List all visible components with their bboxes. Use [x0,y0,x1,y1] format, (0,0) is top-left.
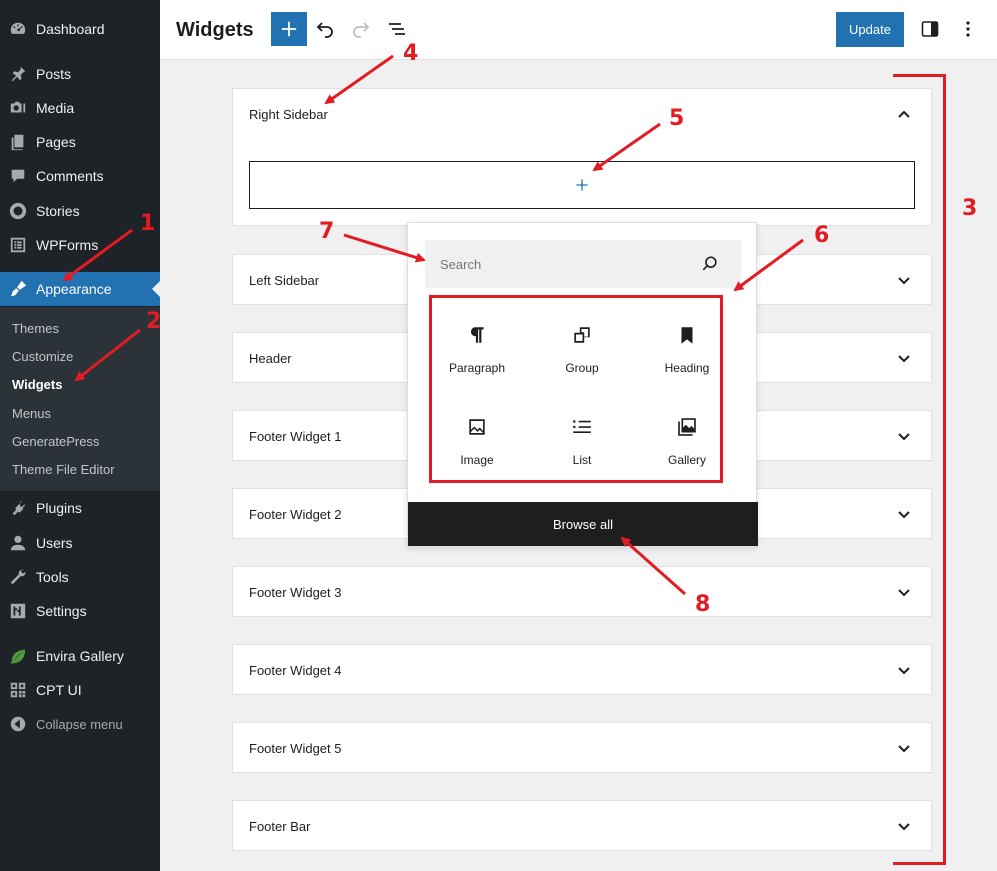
more-vertical-icon [966,21,970,37]
annotation-label-3: 3 [962,196,978,221]
annotation-label-4: 4 [403,41,419,66]
widget-area-title: Right Sidebar [249,107,328,122]
menu-item-comments[interactable]: Comments [0,159,160,193]
menu-item-wpforms[interactable]: WPForms [0,228,160,262]
list-view-icon [389,23,405,35]
editor-header: Widgets Update [160,0,997,60]
submenu-item-generatepress[interactable]: GeneratePress [12,434,99,449]
widget-area-footer-bar[interactable]: Footer Bar [232,800,932,851]
menu-item-tools[interactable]: Tools [0,560,160,594]
submenu-item-theme-file-editor[interactable]: Theme File Editor [12,462,115,477]
undo-button[interactable] [314,18,336,40]
active-indicator [152,281,160,297]
widget-area-title: Footer Bar [249,819,311,834]
update-button[interactable]: Update [836,12,904,47]
brush-icon [8,279,28,299]
block-inserter-toggle-button[interactable] [271,12,307,46]
menu-item-dashboard[interactable]: Dashboard [0,12,160,46]
menu-label: Envira Gallery [36,648,124,664]
appearance-submenu: Themes Customize Widgets Menus GenerateP… [0,307,160,491]
menu-label: Comments [36,168,104,184]
menu-label: Posts [36,66,72,82]
widget-area-title: Footer Widget 2 [249,507,342,522]
pin-icon [8,64,28,84]
sidebar-toggle-icon [921,21,939,37]
annotation-label-5: 5 [669,106,685,131]
widget-area-footer-widget-4[interactable]: Footer Widget 4 [232,644,932,695]
user-icon [8,533,28,553]
stories-icon [8,201,28,221]
options-menu-button[interactable] [957,18,979,40]
plus-icon [281,21,297,37]
menu-label: Media [36,100,75,116]
widget-area-title: Footer Widget 1 [249,429,342,444]
menu-item-settings[interactable]: Settings [0,594,160,628]
settings-sidebar-toggle[interactable] [919,18,941,40]
widget-area-title: Left Sidebar [249,273,320,288]
widget-area-title: Footer Widget 3 [249,585,342,600]
annotation-block-grid-highlight [429,295,723,483]
menu-label: WPForms [36,237,99,253]
settings-icon [8,601,28,621]
widget-area-footer-widget-5[interactable]: Footer Widget 5 [232,722,932,773]
comment-icon [8,166,28,186]
submenu-item-menus[interactable]: Menus [12,406,51,421]
menu-label: Stories [36,203,80,219]
submenu-item-themes[interactable]: Themes [12,321,59,336]
leaf-icon [8,646,28,666]
redo-button[interactable] [350,18,372,40]
wrench-icon [8,567,28,587]
pages-icon [8,132,28,152]
menu-label: Users [36,535,73,551]
forms-icon [8,235,28,255]
submenu-item-widgets[interactable]: Widgets [12,377,62,392]
menu-item-pages[interactable]: Pages [0,125,160,159]
menu-label: CPT UI [36,682,82,698]
menu-item-posts[interactable]: Posts [0,57,160,91]
annotation-widget-areas-bracket [893,74,946,865]
widget-area-title: Footer Widget 4 [249,663,342,678]
annotation-label-6: 6 [814,223,830,248]
annotation-label-2: 2 [146,309,162,334]
menu-label: Tools [36,569,69,585]
undo-icon [316,22,333,38]
plugin-icon [8,498,28,518]
menu-item-cpt-ui[interactable]: CPT UI [0,673,160,707]
annotation-label-1: 1 [140,211,156,236]
menu-label: Collapse menu [36,716,123,732]
redo-icon [353,22,370,38]
menu-item-stories[interactable]: Stories [0,194,160,228]
collapse-menu-button[interactable]: Collapse menu [0,707,160,741]
menu-item-appearance[interactable]: Appearance [0,272,160,306]
list-view-button[interactable] [386,18,408,40]
menu-item-media[interactable]: Media [0,91,160,125]
widget-area-footer-widget-3[interactable]: Footer Widget 3 [232,566,932,617]
menu-label: Appearance [36,281,112,297]
search-icon [702,256,717,271]
block-search-input[interactable] [425,240,695,288]
menu-item-envira-gallery[interactable]: Envira Gallery [0,639,160,673]
grid-icon [8,680,28,700]
annotation-label-7: 7 [319,219,335,244]
menu-label: Settings [36,603,87,619]
browse-all-button[interactable]: Browse all [408,502,758,546]
widget-area-right-sidebar: Right Sidebar [232,88,932,226]
media-icon [8,98,28,118]
menu-label: Plugins [36,500,82,516]
menu-item-plugins[interactable]: Plugins [0,491,160,525]
plus-icon [576,179,588,191]
page-title: Widgets [176,19,254,41]
annotation-label-8: 8 [695,592,711,617]
block-search [425,240,741,288]
menu-label: Pages [36,134,76,150]
widget-area-title: Header [249,351,292,366]
add-block-button[interactable] [249,161,915,209]
submenu-item-customize[interactable]: Customize [12,349,73,364]
collapse-icon [8,714,28,734]
dashboard-icon [8,19,28,39]
widget-area-title: Footer Widget 5 [249,741,342,756]
menu-label: Dashboard [36,21,105,37]
menu-item-users[interactable]: Users [0,526,160,560]
admin-sidebar: Dashboard Posts Media Pages Comments Sto… [0,0,160,871]
